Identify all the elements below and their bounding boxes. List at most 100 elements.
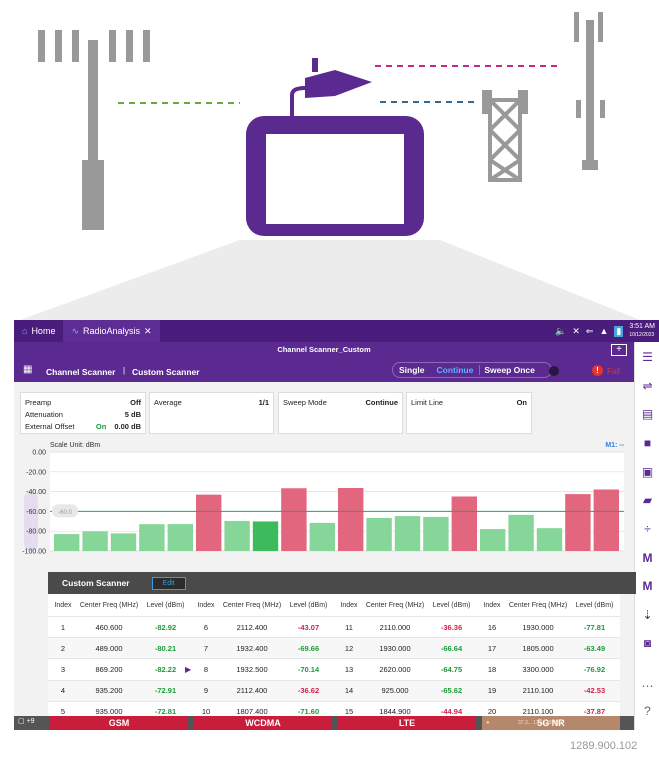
location-pin-icon: ● (486, 720, 490, 726)
row-center-freq: 3300.000 (522, 664, 554, 674)
lte-button[interactable]: LTE (338, 716, 476, 730)
marker-readout: M1: -- (605, 442, 624, 449)
breadcrumb-channel-scanner[interactable]: Channel Scanner (46, 367, 115, 377)
home-icon: ⌂ (22, 326, 28, 336)
usb-icon[interactable]: ⇐ (586, 326, 594, 337)
analyzer-screen: ⌂ Home ∿ RadioAnalysis ✕ 🔈 ✕ ⇐ ▲ ▮ 3:51 AM 1… (14, 320, 659, 730)
table-row[interactable]: 19 2110.100 -42.53 (477, 679, 620, 701)
gsm-button[interactable]: GSM (50, 716, 188, 730)
row-index: 20 (487, 707, 497, 717)
edit-button[interactable]: Edit (151, 576, 186, 590)
column-header: Level (dBm) (289, 601, 328, 609)
wcdma-button[interactable]: WCDMA (194, 716, 332, 730)
satellite-icon[interactable]: ✕ (572, 326, 580, 337)
table-row[interactable]: 7 1932.400 -69.66 (191, 637, 334, 659)
add-tab-button[interactable]: + (611, 344, 627, 356)
tab-home[interactable]: ⌂ Home (14, 320, 63, 342)
channel-bar-chart[interactable]: 0.00 -20.00 -40.00 -60.00 -80.00 -100.00 -60.0… (14, 438, 634, 563)
row-center-freq: 2112.400 (236, 622, 268, 632)
trace-icon[interactable]: ⇣ (640, 608, 655, 623)
help-icon[interactable]: ? (640, 704, 655, 719)
row-center-freq: 935.000 (95, 707, 123, 717)
table-row[interactable]: 6 2112.400 -43.07 (191, 616, 334, 638)
grid-menu-icon[interactable]: ▦ (23, 364, 32, 375)
tab-bar: ⌂ Home ∿ RadioAnalysis ✕ 🔈 ✕ ⇐ ▲ ▮ 3:51 AM 1… (14, 320, 659, 342)
close-icon[interactable]: ✕ (144, 326, 152, 337)
clock: 3:51 AM 10/12/2023 (629, 323, 655, 338)
menu-icon[interactable]: ☰ (640, 350, 655, 365)
row-index: 1 (60, 622, 66, 632)
mode-continue-button[interactable]: Continue (431, 365, 480, 375)
row-center-freq: 1930.000 (379, 643, 411, 653)
chart-bar (366, 517, 392, 551)
notification-count[interactable]: ▢ +9 (18, 717, 35, 725)
camera-icon[interactable]: ◙ (640, 636, 655, 651)
row-index: 12 (344, 643, 354, 653)
battery-icon: ▮ (614, 325, 624, 337)
column-header: Index (340, 601, 358, 609)
chart-bar (54, 534, 80, 551)
mast-tower-icon (574, 12, 605, 170)
mode-single-button[interactable]: Single (393, 365, 431, 375)
chart-bar (451, 496, 477, 551)
marker-icon[interactable]: M (640, 551, 655, 566)
figure-code: 1289.900.102 (570, 740, 638, 752)
row-level: -82.92 (154, 622, 177, 632)
cell-tower-left-icon (38, 30, 150, 230)
settings-sliders-icon[interactable]: ⇌ (640, 379, 655, 394)
row-center-freq: 489.000 (95, 643, 123, 653)
folder-icon[interactable]: ▰ (640, 493, 655, 508)
volume-icon[interactable]: 🔈 (555, 326, 566, 337)
row-level: -44.94 (440, 707, 463, 717)
nr-button[interactable]: ● 37.3... 127.1255833 5G NR (482, 716, 620, 730)
table-row[interactable]: 18 3300.000 -76.92 (477, 658, 620, 680)
more-icon[interactable]: ⋯ (640, 679, 655, 694)
table-row[interactable]: 1 460.600 -82.92 (48, 616, 191, 638)
row-level: -77.81 (583, 622, 606, 632)
row-index: 11 (345, 622, 353, 632)
table-header: Custom Scanner Edit (48, 572, 636, 594)
row-level: -72.81 (154, 707, 177, 717)
table-row[interactable]: 16 1930.000 -77.81 (477, 616, 620, 638)
save-icon[interactable]: ▣ (640, 465, 655, 480)
layout-icon[interactable]: ▤ (640, 407, 655, 422)
chart-bar (565, 494, 591, 551)
network-icon[interactable]: ▲ (599, 326, 608, 336)
table-row[interactable]: 11 2110.000 -36.36 (334, 616, 477, 638)
table-row[interactable]: 17 1805.000 -63.49 (477, 637, 620, 659)
sweep-once-button[interactable]: Sweep Once (479, 365, 539, 375)
table-row[interactable]: 14 925.000 -65.62 (334, 679, 477, 701)
table-row[interactable]: 2 489.000 -80.21 (48, 637, 191, 659)
chart-bar (252, 521, 279, 551)
table-row[interactable]: 13 2620.000 -64.75 (334, 658, 477, 680)
table-row[interactable]: 9 2112.400 -36.62 (191, 679, 334, 701)
gps-coordinates: 37.3... 127.1255833 (518, 720, 563, 726)
marker-list-icon[interactable]: M (640, 579, 655, 594)
split-icon[interactable]: ÷ (640, 522, 655, 537)
table-row[interactable]: ▶ 8 1932.500 -70.14 (185, 658, 334, 680)
table-row[interactable]: 3 869.200 -82.22 (48, 658, 191, 680)
row-center-freq: 869.200 (95, 664, 123, 674)
row-level: -64.75 (440, 664, 463, 674)
chart-bar (281, 488, 307, 551)
column-header: Index (197, 601, 215, 609)
row-center-freq: 1844.900 (379, 707, 411, 717)
table-row[interactable]: 12 1930.000 -66.64 (334, 637, 477, 659)
sweep-mode-panel[interactable]: Sweep Mode Continue (278, 392, 403, 434)
chart-title: Scale Unit: dBm (50, 442, 100, 449)
row-center-freq: 2620.000 (379, 664, 411, 674)
column-header: Index (54, 601, 72, 609)
chart-bar (593, 489, 619, 551)
chart-bar (196, 494, 222, 551)
breadcrumb-custom-scanner[interactable]: Custom Scanner (132, 367, 200, 377)
chart-bar (167, 524, 193, 551)
tab-radio-analysis[interactable]: ∿ RadioAnalysis ✕ (63, 320, 160, 342)
limit-line-panel[interactable]: Limit Line On (406, 392, 532, 434)
average-panel[interactable]: Average 1/1 (149, 392, 274, 434)
table-row[interactable]: 4 935.200 -72.91 (48, 679, 191, 701)
lock-icon[interactable]: ■ (640, 436, 655, 451)
row-index: 3 (60, 664, 66, 674)
preamp-panel[interactable]: Preamp Off Attenuation 5 dB External Offse… (20, 392, 146, 434)
column-header: Center Freq (MHz) (79, 601, 139, 609)
chart-bar (423, 516, 449, 551)
